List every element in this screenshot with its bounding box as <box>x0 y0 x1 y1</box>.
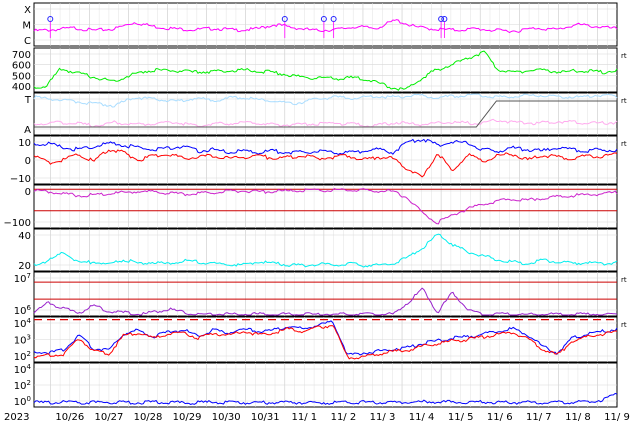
rt-tag-electron-flux: rt <box>621 276 627 284</box>
y-tick-imf-bt-bz-1: 0 <box>25 156 31 167</box>
y-tick-solar-wind-speed-3: 400 <box>12 82 31 93</box>
y-tick-electron-flux-1: 106 <box>14 304 32 317</box>
y-tick-dst-index-1: −100 <box>4 218 31 229</box>
x-tick-10: 11/ 5 <box>448 412 474 423</box>
y-tick-solar-wind-speed-2: 500 <box>12 71 31 82</box>
rt-tag-proton-flux: rt <box>621 321 627 329</box>
y-tick-imf-direction-0: T <box>24 95 32 106</box>
y-tick-proton-flux-2: 102 <box>14 350 31 363</box>
rt-tag-imf-bt-bz: rt <box>621 140 627 148</box>
x-tick-13: 11/ 8 <box>565 412 591 423</box>
y-tick-proton-flux-0: 104 <box>14 317 32 330</box>
y-tick-solar-wind-speed-0: 700 <box>12 50 31 61</box>
y-tick-auroral-index-1: 20 <box>18 261 31 272</box>
y-tick-electron-flux-0: 107 <box>14 272 31 285</box>
x-tick-7: 11/ 2 <box>331 412 357 423</box>
rt-tag-imf-direction: rt <box>621 97 627 105</box>
rt-tag-solar-wind-speed: rt <box>621 52 627 60</box>
x-tick-4: 10/30 <box>212 412 241 423</box>
x-tick-1: 10/27 <box>94 412 123 423</box>
y-tick-proton-flux-1: 103 <box>14 334 31 347</box>
y-tick-imf-bt-bz-0: 10 <box>18 138 31 149</box>
x-tick-11: 11/ 6 <box>487 412 513 423</box>
panel-frame-electron-flux <box>33 271 618 317</box>
multi-panel-chart: XMC700600500400rtTArt100−10rt0−100402010… <box>4 2 630 423</box>
y-tick-solar-wind-speed-1: 600 <box>12 61 31 72</box>
x-tick-12: 11/ 7 <box>526 412 552 423</box>
x-tick-6: 11/ 1 <box>292 412 318 423</box>
y-tick-xray-flares-1: M <box>22 21 31 32</box>
y-tick-imf-direction-1: A <box>24 125 31 136</box>
x-tick-0: 10/26 <box>55 412 84 423</box>
x-tick-3: 10/29 <box>173 412 202 423</box>
x-tick-14: 11/ 9 <box>604 412 630 423</box>
x-tick-2: 10/28 <box>134 412 163 423</box>
y-tick-imf-bt-bz-2: −10 <box>10 174 31 185</box>
x-year-label: 2023 <box>4 412 29 423</box>
x-tick-5: 10/31 <box>251 412 280 423</box>
y-tick-auroral-index-0: 40 <box>18 231 31 242</box>
x-tick-9: 11/ 4 <box>409 412 435 423</box>
x-tick-8: 11/ 3 <box>370 412 396 423</box>
y-tick-proton-high-2: 100 <box>14 395 31 408</box>
y-tick-proton-high-1: 102 <box>14 379 31 392</box>
space-weather-dashboard: X M C 700 600 500 400 rt T Art 10 0 −10 rt 0 −100 40 20 10… <box>0 0 634 424</box>
y-tick-xray-flares-0: X <box>24 5 31 16</box>
y-tick-xray-flares-2: C <box>24 36 31 47</box>
y-tick-proton-high-0: 104 <box>14 363 32 376</box>
panel-frame-solar-wind-speed <box>33 47 618 93</box>
y-tick-dst-index-0: 0 <box>25 187 31 198</box>
